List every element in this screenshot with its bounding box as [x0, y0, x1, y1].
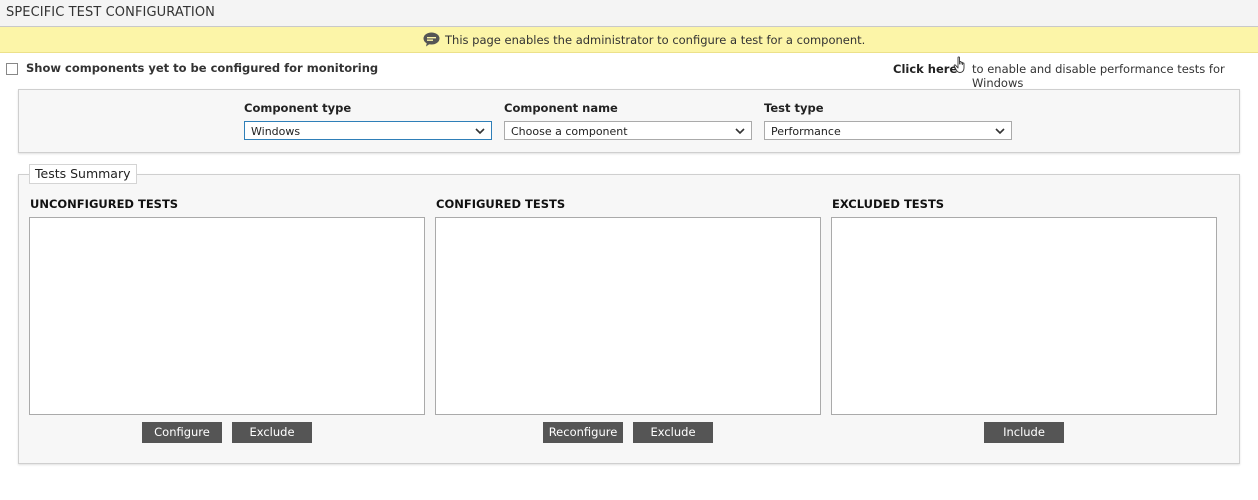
unconfigured-tests-list[interactable]	[29, 217, 425, 415]
chevron-down-icon	[735, 128, 745, 135]
click-here-description: to enable and disable performance tests …	[972, 62, 1225, 90]
show-unconfigured-checkbox[interactable]	[6, 63, 18, 75]
component-type-select[interactable]: Windows	[244, 121, 492, 140]
hand-pointer-icon	[953, 56, 965, 73]
chevron-down-icon	[995, 128, 1005, 135]
configured-tests-heading: CONFIGURED TESTS	[436, 197, 566, 211]
speech-bubble-icon	[423, 32, 440, 47]
component-name-label: Component name	[504, 101, 618, 115]
info-text: This page enables the administrator to c…	[445, 33, 866, 47]
click-here-link[interactable]: Click here	[893, 62, 957, 76]
chevron-down-icon	[475, 128, 485, 135]
test-type-value: Performance	[771, 125, 841, 138]
configure-button[interactable]: Configure	[142, 422, 222, 443]
tests-summary-legend: Tests Summary	[29, 164, 137, 184]
excluded-tests-heading: EXCLUDED TESTS	[832, 197, 945, 211]
configured-tests-list[interactable]	[435, 217, 821, 415]
exclude-unconfigured-button[interactable]: Exclude	[232, 422, 312, 443]
component-type-value: Windows	[251, 125, 301, 138]
page-header: SPECIFIC TEST CONFIGURATION	[0, 0, 1258, 27]
reconfigure-button[interactable]: Reconfigure	[543, 422, 623, 443]
info-banner: This page enables the administrator to c…	[0, 27, 1258, 53]
test-type-select[interactable]: Performance	[764, 121, 1012, 140]
component-name-select[interactable]: Choose a component	[504, 121, 752, 140]
unconfigured-tests-heading: UNCONFIGURED TESTS	[30, 197, 179, 211]
excluded-tests-list[interactable]	[831, 217, 1217, 415]
exclude-configured-button[interactable]: Exclude	[633, 422, 713, 443]
component-type-label: Component type	[244, 101, 352, 115]
test-type-label: Test type	[764, 101, 824, 115]
page-title: SPECIFIC TEST CONFIGURATION	[6, 5, 215, 20]
component-name-value: Choose a component	[511, 125, 628, 138]
show-unconfigured-label[interactable]: Show components yet to be configured for…	[26, 61, 378, 75]
include-button[interactable]: Include	[984, 422, 1064, 443]
filter-panel: Component type Windows Component name Ch…	[18, 89, 1240, 153]
